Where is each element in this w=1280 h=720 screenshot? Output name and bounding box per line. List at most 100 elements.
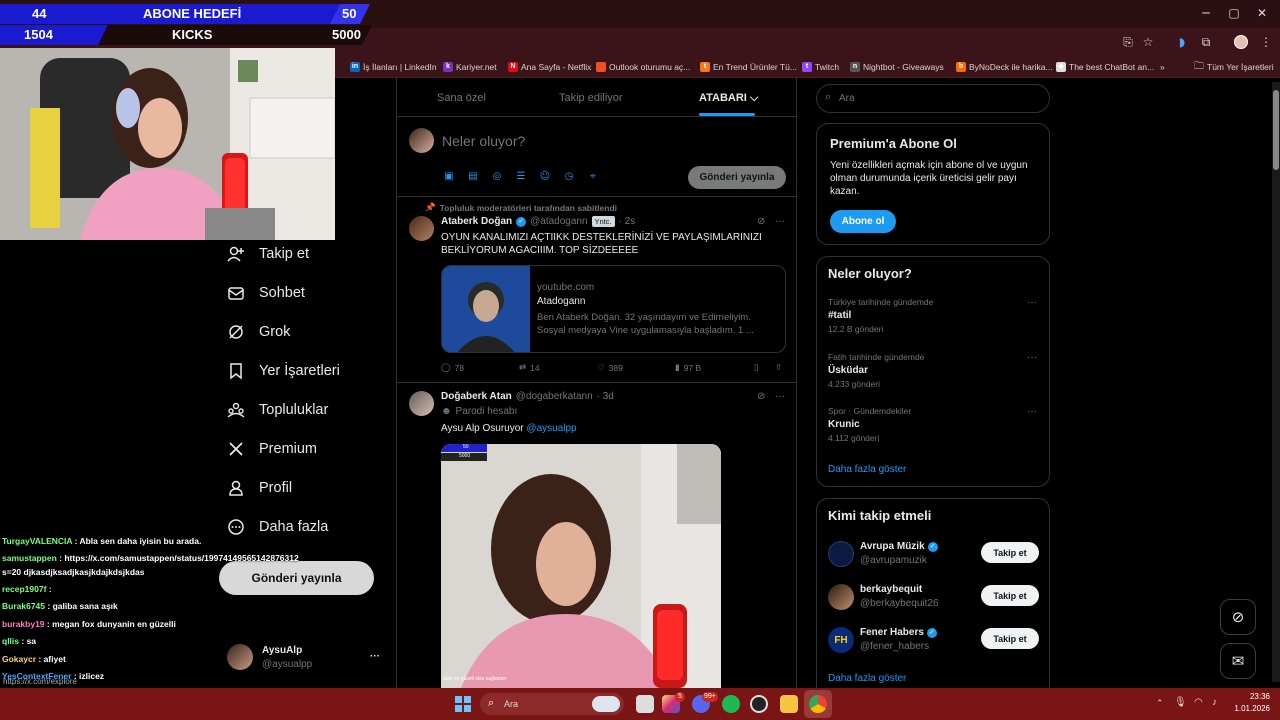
wifi-icon[interactable]: ◠ [1194,697,1203,708]
chat-username[interactable]: Burak6745 [2,601,45,611]
menu-icon[interactable]: ⋮ [1258,35,1274,51]
grok-explain-icon[interactable]: ⊘ [757,216,765,227]
search-input[interactable]: ⌕ Ara [816,84,1050,113]
chat-username[interactable]: Gokaycr [2,654,36,664]
compose-post-button[interactable]: Gönderi yayınla [688,166,786,189]
account-name[interactable]: AysuAlp [262,645,302,656]
nav-grok[interactable]: Grok [227,323,290,341]
chat-username[interactable]: recep1907f [2,584,46,594]
tweet2-avatar[interactable] [409,391,434,416]
fener-avatar[interactable]: FH [828,627,854,653]
compose-input[interactable]: Neler oluyor? [442,133,525,149]
follow-button[interactable]: Takip et [981,585,1039,606]
emoji-icon[interactable]: ☺ [539,171,551,183]
spotify-icon[interactable] [722,695,740,713]
tab-following[interactable]: Takip ediliyor [559,92,623,104]
close-window-icon[interactable]: ✕ [1252,6,1272,22]
trend-more-icon[interactable]: ··· [1027,297,1037,308]
bookmark-item[interactable]: N Ana Sayfa - Netflix [508,60,591,74]
avrupa-muzik-avatar[interactable] [828,541,854,567]
trend-more-icon[interactable]: ··· [1027,406,1037,417]
retweet-button[interactable]: ⇄ 14 [519,362,540,373]
trend-item[interactable]: Spor · Gündemdekiler Krunic 4.112 gönder… [828,406,911,443]
grok-compose-icon[interactable]: ◎ [491,171,503,183]
bookmark-item[interactable]: k Kariyer.net [443,60,497,74]
nav-communities[interactable]: Topluluklar [227,401,328,419]
tweet-more-icon[interactable]: ··· [775,391,785,402]
nav-profile[interactable]: Profil [227,479,292,497]
star-icon[interactable]: ☆ [1140,35,1156,51]
reply-button[interactable]: ◯ 78 [441,362,464,373]
chat-username[interactable]: qllis [2,636,19,646]
install-icon[interactable]: ⎘ [1120,35,1136,51]
notification-badge: 99+ [702,692,718,702]
obs-icon[interactable] [750,695,768,713]
tab-community[interactable]: ATABARI ⌵ [699,92,758,105]
chrome-icon[interactable] [809,695,827,713]
bookmark-item[interactable]: n Nightbot - Giveaways [850,60,944,74]
follow-button[interactable]: Takip et [981,542,1039,563]
nav-premium[interactable]: Premium [227,440,317,458]
chevron-up-icon[interactable]: ⌃ [1156,698,1164,709]
nav-bookmarks[interactable]: Yer İşaretleri [227,362,340,380]
scrollbar-track[interactable] [1272,82,1280,682]
maximize-icon[interactable]: ▢ [1224,6,1244,22]
image-icon[interactable]: ▣ [443,171,455,183]
views-button[interactable]: ▮ 97 B [675,362,701,373]
bookmark-item[interactable]: t En Trend Ürünler Tü... [700,60,797,74]
nav-follow[interactable]: Takip et [227,245,309,263]
chat-username[interactable]: samustappen [2,553,57,563]
sidebar-post-button[interactable]: Gönderi yayınla [219,561,374,595]
bookmarks-more[interactable]: » [1160,60,1165,74]
task-view-icon[interactable] [636,695,654,713]
bookmark-item[interactable]: in İş İlanları | LinkedIn [350,60,437,74]
volume-icon[interactable]: ♪ [1212,697,1217,708]
bookmark-item[interactable]: ◆ The best ChatBot an... [1056,60,1154,74]
taskbar-search[interactable]: ⌕ Ara [480,693,624,715]
gif-icon[interactable]: ▤ [467,171,479,183]
tweet2-media[interactable]: 50 5000 abla en güzeli olsa sağlarsın [441,444,721,688]
scrollbar-thumb[interactable] [1273,90,1279,170]
account-more-icon[interactable]: ··· [370,651,380,662]
bookmark-item[interactable]: Outlook oturumu aç... [596,60,690,74]
subscribe-button[interactable]: Abone ol [830,210,896,233]
file-explorer-icon[interactable] [780,695,798,713]
grok-explain-icon[interactable]: ⊘ [757,391,765,402]
messages-float-icon[interactable]: ✉ [1220,643,1256,679]
who-show-more[interactable]: Daha fazla göster [828,673,906,684]
windows-start-icon[interactable] [455,696,471,712]
trend-item[interactable]: Türkiye tarihinde gündemde #tatil 12,2 B… [828,297,933,334]
chat-username[interactable]: TurgayVALENCIA [2,536,72,546]
trend-item[interactable]: Fatih tarihinde gündemde Üsküdar 4.233 g… [828,352,924,389]
location-icon[interactable]: ⌖ [587,171,599,183]
poll-icon[interactable]: ☰ [515,171,527,183]
bookmark-tweet-icon[interactable]: ▯ [754,362,759,373]
like-button[interactable]: ♡ 389 [597,362,623,373]
tab-for-you[interactable]: Sana özel [437,92,486,104]
trends-show-more[interactable]: Daha fazla göster [828,464,906,475]
share-icon[interactable]: ⇧ [775,362,782,373]
suggestion-name[interactable]: berkaybequit [860,584,922,595]
account-avatar[interactable] [227,644,253,670]
minimize-icon[interactable]: ─ [1196,6,1216,22]
all-bookmarks[interactable]: 🗀 Tüm Yer İşaretleri [1194,60,1274,74]
tweet1-avatar[interactable] [409,216,434,241]
berkay-avatar[interactable] [828,584,854,610]
follow-button[interactable]: Takip et [981,628,1039,649]
extensions-icon[interactable]: ⧉ [1198,35,1214,51]
schedule-icon[interactable]: ◷ [563,171,575,183]
nav-chat[interactable]: Sohbet [227,284,305,302]
grok-float-icon[interactable]: ⊘ [1220,599,1256,635]
profile-avatar[interactable] [1234,35,1248,49]
clock[interactable]: 23:36 1.01.2026 [1230,692,1270,713]
trend-more-icon[interactable]: ··· [1027,352,1037,363]
linkedin-icon: in [350,62,360,72]
chat-username[interactable]: burakby19 [2,619,45,629]
bookmark-item[interactable]: b ByNoDeck ile harika... [956,60,1053,74]
microphone-icon[interactable]: 🎙 [1174,697,1187,708]
link-card[interactable]: youtube.com Atadogann Ben Ataberk Doğan.… [441,265,786,353]
bookmark-item[interactable]: t Twitch [802,60,839,74]
extension-wave-icon[interactable]: ◗ [1174,35,1190,51]
tweet-more-icon[interactable]: ··· [775,216,785,227]
nav-more[interactable]: Daha fazla [227,518,328,536]
